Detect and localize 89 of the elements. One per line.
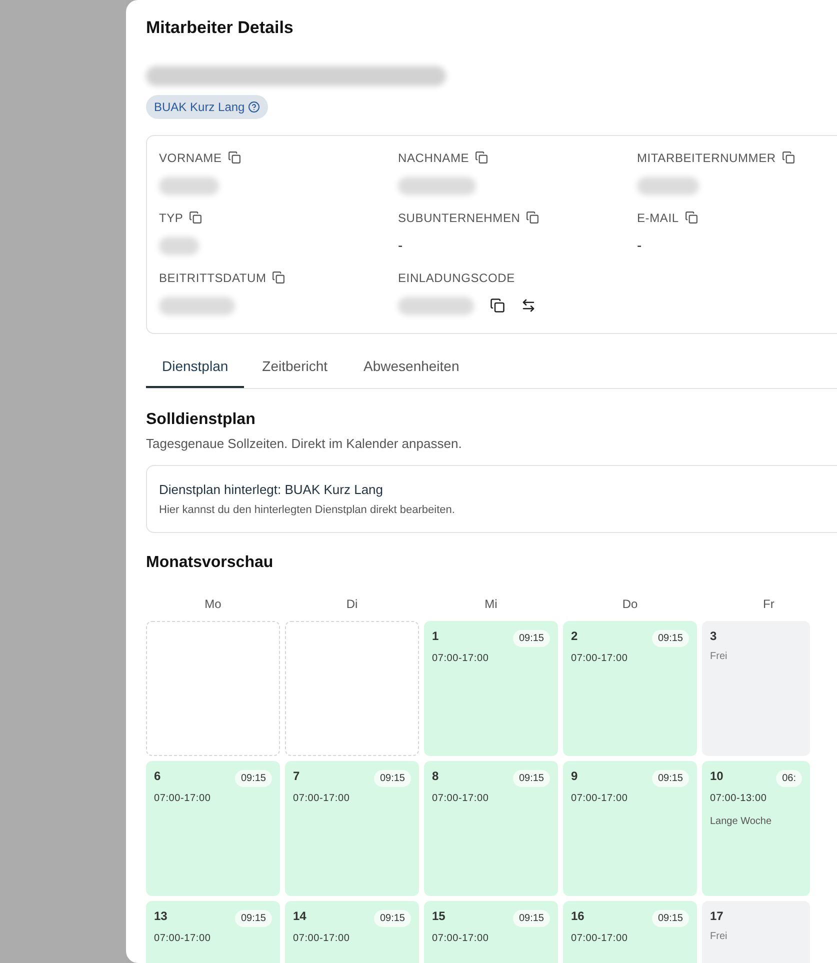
shift-time: 07:00-17:00 — [432, 792, 490, 806]
shift-time: 07:00-17:00 — [293, 932, 351, 946]
shift-time: 07:00-13:00 — [710, 792, 768, 806]
hours-badge: 09:15 — [234, 910, 272, 927]
copy-icon[interactable] — [228, 151, 241, 164]
day-number: 2 — [571, 628, 578, 645]
redacted-value — [159, 236, 199, 254]
plan-card-title: Dienstplan hinterlegt: BUAK Kurz Lang — [159, 481, 384, 499]
shift-time: 07:00-17:00 — [293, 792, 351, 806]
shift-time: 07:00-17:00 — [571, 652, 629, 666]
day-off-cell[interactable]: 17 Frei — [702, 901, 810, 963]
shift-day-cell[interactable]: 8 09:15 07:00-17:00 — [424, 761, 558, 896]
shift-day-cell[interactable]: 1 09:15 07:00-17:00 — [424, 621, 558, 756]
field-value: - — [637, 236, 642, 255]
copy-icon[interactable] — [272, 271, 286, 284]
hours-badge: 06: — [776, 770, 802, 787]
day-status: Frei — [710, 930, 728, 944]
field-label: EINLADUNGSCODE — [398, 270, 515, 286]
day-number: 3 — [710, 628, 718, 645]
field-label: NACHNAME — [398, 150, 470, 166]
weekday-label: Mo — [204, 596, 222, 613]
tab[interactable]: Abwesenheiten — [346, 356, 478, 388]
shift-day-cell[interactable]: 2 09:15 07:00-17:00 — [563, 621, 697, 756]
redacted-value — [159, 176, 219, 194]
refresh-icon[interactable] — [521, 298, 536, 313]
field-label: MITARBEITERNUMMER — [637, 150, 776, 166]
copy-icon[interactable] — [189, 211, 202, 224]
redacted-value — [637, 176, 699, 194]
field-label: TYP — [159, 210, 184, 226]
shift-day-cell[interactable]: 10 06: 07:00-13:00 Lange Woche — [702, 761, 810, 896]
shift-time: 07:00-17:00 — [432, 932, 490, 946]
day-number: 16 — [571, 908, 584, 925]
shift-day-cell[interactable]: 13 09:15 07:00-17:00 — [146, 901, 280, 963]
day-number: 10 — [710, 768, 724, 785]
copy-icon[interactable] — [490, 298, 505, 313]
hours-badge: 09:15 — [374, 770, 411, 787]
day-number: 13 — [154, 908, 168, 925]
shift-time: 07:00-17:00 — [432, 652, 490, 666]
copy-icon[interactable] — [684, 211, 698, 224]
section-title: Solldienstplan — [146, 410, 256, 430]
tab[interactable]: Zeitbericht — [244, 356, 346, 388]
help-icon[interactable] — [248, 100, 260, 112]
day-number: 6 — [154, 768, 161, 785]
shift-time: 07:00-17:00 — [154, 932, 212, 946]
day-number: 8 — [432, 768, 439, 785]
hours-badge: 09:15 — [652, 770, 689, 787]
hours-badge: 09:15 — [512, 910, 550, 927]
field-label: SUBUNTERNEHMEN — [398, 210, 520, 226]
field-value: - — [398, 236, 403, 255]
weekday-label: Fr — [763, 596, 774, 613]
shift-day-cell[interactable]: 9 09:15 07:00-17:00 — [563, 761, 697, 896]
day-number: 17 — [710, 908, 724, 925]
field-label: E-MAIL — [637, 210, 679, 226]
day-status: Frei — [710, 650, 728, 664]
copy-icon[interactable] — [526, 211, 540, 224]
weekday-label: Di — [346, 596, 358, 613]
day-off-cell[interactable]: 3 Frei — [702, 621, 810, 756]
hours-badge: 09:15 — [374, 910, 411, 927]
hours-badge: 09:15 — [652, 910, 689, 927]
shift-day-cell[interactable]: 7 09:15 07:00-17:00 — [285, 761, 419, 896]
calendar-title: Monatsvorschau — [146, 553, 274, 573]
shift-day-cell[interactable]: 16 09:15 07:00-17:00 — [563, 901, 697, 963]
section-subtitle: Tagesgenaue Sollzeiten. Direkt im Kalender anpassen. — [146, 434, 462, 453]
plan-badge[interactable]: BUAK Kurz Lang — [146, 94, 268, 118]
hours-badge: 09:15 — [512, 770, 550, 787]
day-number: 15 — [432, 908, 446, 925]
copy-icon[interactable] — [475, 151, 488, 164]
tab[interactable]: Dienstplan — [146, 356, 244, 388]
day-number: 7 — [293, 768, 300, 785]
hours-badge: 09:15 — [234, 770, 272, 787]
shift-time: 07:00-17:00 — [571, 792, 629, 806]
weekday-label: Mi — [484, 596, 498, 613]
hours-badge: 09:15 — [512, 630, 550, 647]
field-label: BEITRITTSDATUM — [159, 270, 266, 286]
shift-time: 07:00-17:00 — [154, 792, 212, 806]
shift-day-cell[interactable]: 15 09:15 07:00-17:00 — [424, 901, 558, 963]
shift-day-cell[interactable]: 14 09:15 07:00-17:00 — [285, 901, 419, 963]
copy-icon[interactable] — [782, 151, 795, 164]
dialog-title: Mitarbeiter Details — [146, 17, 294, 39]
field-label: VORNAME — [159, 150, 222, 166]
hours-badge: 09:15 — [652, 630, 689, 647]
day-number: 14 — [293, 908, 306, 925]
plan-card-text: Hier kannst du den hinterlegten Dienstplan direkt bearbeiten. — [159, 502, 455, 518]
shift-note: Lange Woche — [710, 815, 773, 829]
shift-day-cell[interactable]: 6 09:15 07:00-17:00 — [146, 761, 280, 896]
day-number: 1 — [432, 628, 439, 645]
shift-time: 07:00-17:00 — [571, 932, 629, 946]
day-number: 9 — [571, 768, 578, 785]
weekday-label: Do — [622, 596, 638, 613]
